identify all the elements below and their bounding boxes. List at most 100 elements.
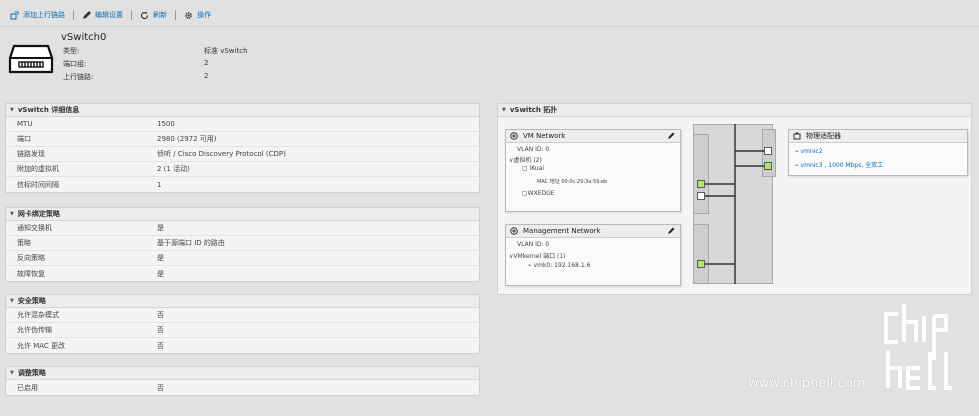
vm-icon: ▢ bbox=[522, 165, 528, 172]
refresh-icon bbox=[140, 11, 149, 19]
vm-port-wxedge[interactable] bbox=[697, 192, 705, 200]
vswitch-details-title: vSwitch 详细信息 bbox=[17, 106, 80, 114]
management-network-card[interactable]: Management Network VLAN ID: 0 ∨VMkernel … bbox=[505, 224, 681, 286]
row-label: 允许混杂模式 bbox=[17, 311, 59, 319]
row-label: 链路发现 bbox=[17, 150, 45, 158]
security-panel: ▼ 安全策略 允许混杂模式否 允许伪传输否 允许 MAC 更改否 bbox=[5, 294, 480, 354]
adapter-name[interactable]: vmnic3 , 1000 Mbps, 全双工 bbox=[801, 162, 884, 169]
watermark-url: www.chiphell.com bbox=[748, 376, 866, 391]
row-label: 已启用 bbox=[17, 383, 38, 392]
vm-port-ikuai[interactable] bbox=[697, 180, 705, 188]
vswitch-details-header[interactable]: ▼ vSwitch 详细信息 bbox=[6, 104, 479, 117]
vmkernel-group[interactable]: ∨VMkernel 端口 (1) bbox=[509, 251, 565, 260]
collapse-caret-icon[interactable]: ▼ bbox=[10, 211, 14, 217]
vmk-item[interactable]: ⌁ vmk0: 192.168.1.6 bbox=[528, 262, 590, 269]
vmk-name: vmk0: 192.168.1.6 bbox=[533, 262, 591, 269]
table-row: 链路发现 侦听 / Cisco Discovery Protocol (CDP) bbox=[6, 147, 479, 162]
uplinks-value: 2 bbox=[204, 72, 209, 80]
collapse-caret-icon[interactable]: ▼ bbox=[10, 298, 14, 304]
adapter-item-vmnic2[interactable]: ⌁ vmnic2 bbox=[795, 148, 823, 155]
actions-label: 操作 bbox=[197, 11, 211, 19]
gear-icon bbox=[185, 11, 192, 19]
table-row: 允许 MAC 更改 否 bbox=[6, 338, 479, 353]
pencil-icon bbox=[83, 10, 91, 19]
shaping-title: 调整策略 bbox=[17, 369, 46, 377]
toolbar-divider bbox=[175, 10, 176, 20]
actions-button[interactable]: 操作 bbox=[184, 10, 211, 20]
uplink-port-vmnic3[interactable] bbox=[764, 162, 772, 170]
edit-settings-button[interactable]: 编辑设置 bbox=[82, 10, 123, 20]
management-network-name: Management Network bbox=[523, 227, 601, 235]
nic-icon: ⌁ bbox=[795, 162, 799, 169]
row-label: 反向策略 bbox=[17, 254, 45, 262]
refresh-label: 刷新 bbox=[153, 11, 167, 19]
vm-item-wxedge[interactable]: ▢WXEDGE bbox=[522, 190, 555, 197]
table-row: 已启用 否 bbox=[6, 380, 479, 395]
row-value: 1 bbox=[157, 180, 162, 189]
adapter-item-vmnic3[interactable]: ⌁ vmnic3 , 1000 Mbps, 全双工 bbox=[795, 160, 883, 169]
row-label: 信标时间间隔 bbox=[17, 180, 59, 189]
uplink-port-vmnic2[interactable] bbox=[764, 147, 772, 155]
refresh-button[interactable]: 刷新 bbox=[140, 10, 167, 20]
vm-network-card[interactable]: VM Network VLAN ID: 0 ∨虚拟机 (2) ▢ iKuai M… bbox=[505, 129, 681, 212]
table-row: 允许伪传输 否 bbox=[6, 323, 479, 338]
edit-pencil-icon[interactable] bbox=[667, 132, 675, 140]
topology-panel: ▼ vSwitch 拓扑 VM Network VLAN ID: 0 ∨虚拟机 … bbox=[497, 103, 972, 295]
row-value: 否 bbox=[157, 311, 164, 319]
vmk-port[interactable] bbox=[697, 260, 705, 268]
row-value: 2 (1 活动) bbox=[157, 165, 190, 173]
shaping-panel: ▼ 调整策略 已启用 否 bbox=[5, 366, 480, 396]
nic-icon: ⌁ bbox=[528, 262, 532, 269]
table-row: MTU 1500 bbox=[6, 117, 479, 132]
edit-pencil-icon[interactable] bbox=[667, 227, 675, 235]
vlan-id: VLAN ID: 0 bbox=[517, 241, 550, 248]
vm-name: iKuai bbox=[529, 165, 545, 172]
row-value: 是 bbox=[157, 254, 164, 262]
edit-settings-label: 编辑设置 bbox=[95, 11, 123, 19]
table-row: 允许混杂模式 否 bbox=[6, 308, 479, 323]
uplinks-label: 上行链路: bbox=[63, 73, 94, 81]
type-value: 标准 vSwitch bbox=[204, 47, 248, 55]
row-value: 否 bbox=[157, 341, 164, 350]
nic-teaming-header[interactable]: ▼ 网卡绑定策略 bbox=[6, 208, 479, 221]
vlan-id: VLAN ID: 0 bbox=[517, 146, 550, 153]
table-row: 附加的虚拟机 2 (1 活动) bbox=[6, 162, 479, 177]
nic-icon: ⌁ bbox=[795, 148, 799, 155]
collapse-caret-icon[interactable]: ▼ bbox=[10, 107, 14, 113]
table-row: 策略 基于源端口 ID 的路由 bbox=[6, 236, 479, 251]
collapse-caret-icon[interactable]: ▼ bbox=[10, 370, 14, 376]
table-row: 端口 2980 (2972 可用) bbox=[6, 132, 479, 147]
adapter-icon bbox=[793, 132, 801, 140]
row-label: MTU bbox=[17, 120, 33, 128]
row-label: 通知交换机 bbox=[17, 224, 52, 232]
adapter-name[interactable]: vmnic2 bbox=[801, 148, 823, 155]
row-label: 端口 bbox=[17, 135, 31, 143]
vswitch-details-panel: ▼ vSwitch 详细信息 MTU 1500 端口 2980 (2972 可用) 链… bbox=[5, 103, 480, 193]
vm-network-header: VM Network bbox=[506, 130, 680, 143]
security-title: 安全策略 bbox=[17, 297, 46, 305]
row-label: 故障恢复 bbox=[17, 269, 45, 278]
vmkernel-label: VMkernel 端口 (1) bbox=[513, 253, 566, 260]
physical-adapters-title: 物理适配器 bbox=[806, 132, 841, 140]
row-value: 否 bbox=[157, 383, 164, 392]
management-network-header: Management Network bbox=[506, 225, 680, 238]
add-uplink-label: 添加上行链路 bbox=[23, 11, 65, 19]
physical-adapters-header: 物理适配器 bbox=[789, 130, 967, 143]
toolbar-divider bbox=[73, 10, 74, 20]
row-value: 否 bbox=[157, 326, 164, 334]
toolbar: 添加上行链路 编辑设置 刷新 操作 bbox=[10, 9, 225, 21]
vm-mac: MAC 地址 00:0c:29:3a:59:eb bbox=[537, 179, 608, 185]
vm-name: WXEDGE bbox=[527, 190, 555, 197]
table-row: 通知交换机 是 bbox=[6, 221, 479, 236]
vms-group[interactable]: ∨虚拟机 (2) bbox=[509, 155, 542, 164]
physical-adapters-card: 物理适配器 ⌁ vmnic2 ⌁ vmnic3 , 1000 Mbps, 全双工 bbox=[788, 129, 968, 176]
vm-item-ikuai[interactable]: ▢ iKuai bbox=[522, 165, 544, 172]
security-header[interactable]: ▼ 安全策略 bbox=[6, 295, 479, 308]
shaping-header[interactable]: ▼ 调整策略 bbox=[6, 367, 479, 380]
row-value: 基于源端口 ID 的路由 bbox=[157, 239, 225, 247]
add-uplink-button[interactable]: 添加上行链路 bbox=[10, 10, 65, 20]
row-value: 是 bbox=[157, 269, 164, 278]
portgroup-icon bbox=[510, 132, 518, 140]
table-row: 反向策略 是 bbox=[6, 251, 479, 266]
chiphell-logo bbox=[884, 304, 952, 390]
